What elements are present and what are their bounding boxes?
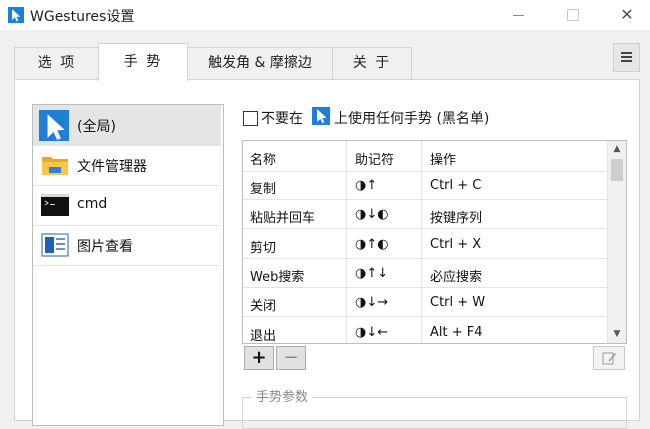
add-gesture-button[interactable]: + [244, 346, 274, 370]
table-scrollbar[interactable]: ▲ ▼ [607, 141, 626, 343]
app-item-label: 图片查看 [77, 239, 133, 255]
gesture-name: 剪切 [250, 241, 277, 256]
column-header-mnemonic[interactable]: 助记符 [355, 149, 394, 168]
gesture-params-legend: 手势参数 [252, 386, 313, 405]
app-item-cmd[interactable]: cmd [33, 185, 221, 226]
gesture-name: Web搜索 [250, 270, 305, 285]
gesture-action: 按键序列 [430, 211, 483, 226]
app-list[interactable]: (全局) 文件管理器 cmd 图片查看 [32, 104, 224, 426]
menu-button[interactable] [613, 43, 640, 72]
gesture-action: Ctrl + W [430, 295, 486, 310]
minimize-button[interactable] [496, 0, 542, 30]
gesture-name: 粘贴并回车 [250, 211, 316, 226]
title-bar: WGestures设置 ✕ [0, 0, 650, 30]
maximize-button[interactable] [550, 0, 596, 30]
image-viewer-icon [41, 233, 69, 257]
gesture-mnemonic: ◑↓← [355, 325, 389, 340]
close-icon: ✕ [620, 5, 634, 24]
column-header-name[interactable]: 名称 [250, 149, 276, 168]
tab-options[interactable]: 选 项 [14, 47, 100, 80]
global-cursor-icon [312, 107, 330, 125]
gesture-action: 必应搜索 [430, 270, 483, 285]
app-item-global[interactable]: (全局) [33, 105, 221, 146]
gesture-action: Ctrl + X [430, 237, 482, 252]
gesture-name: 退出 [250, 329, 277, 344]
hamburger-menu-icon [621, 52, 632, 54]
folder-icon [42, 157, 68, 175]
scroll-up-icon[interactable]: ▲ [608, 141, 626, 157]
gesture-action: Ctrl + C [430, 178, 482, 193]
gesture-action: Alt + F4 [430, 325, 483, 340]
blacklist-label-prefix: 不要在 [261, 111, 303, 127]
gesture-mnemonic: ◑↓→ [355, 295, 389, 310]
tab-about[interactable]: 关 于 [332, 47, 412, 80]
tab-gestures[interactable]: 手 势 [98, 43, 188, 81]
global-cursor-icon [39, 110, 69, 141]
gesture-name: 复制 [250, 182, 277, 197]
app-item-file-manager[interactable]: 文件管理器 [33, 145, 221, 186]
console-icon [41, 194, 69, 216]
window-title: WGestures设置 [30, 9, 135, 25]
gesture-table[interactable]: 名称 助记符 操作 复制 ◑↑ Ctrl + C 粘贴并回车 ◑↓◐ 按键序列 … [242, 140, 627, 344]
app-item-image-viewer[interactable]: 图片查看 [33, 225, 221, 266]
gesture-mnemonic: ◑↓◐ [355, 207, 389, 222]
blacklist-label-suffix: 上使用任何手势 (黑名单) [334, 111, 490, 127]
close-button[interactable]: ✕ [604, 0, 650, 30]
blacklist-checkbox[interactable] [243, 111, 258, 126]
gesture-name: 关闭 [250, 299, 277, 314]
tab-corners-edges[interactable]: 触发角 & 摩擦边 [186, 47, 334, 80]
app-logo-icon [8, 7, 24, 23]
column-header-action[interactable]: 操作 [430, 149, 456, 168]
app-item-label: (全局) [77, 119, 116, 135]
gesture-mnemonic: ◑↑◐ [355, 237, 389, 252]
edit-gesture-button[interactable] [593, 346, 625, 370]
scroll-down-icon[interactable]: ▼ [608, 326, 626, 342]
edit-icon [602, 352, 616, 365]
gesture-mnemonic: ◑↑↓ [355, 266, 389, 281]
app-item-label: 文件管理器 [77, 159, 147, 175]
gesture-mnemonic: ◑↑ [355, 178, 378, 193]
scroll-thumb[interactable] [611, 159, 623, 181]
app-item-label: cmd [77, 196, 108, 212]
remove-gesture-button[interactable]: − [276, 346, 306, 370]
